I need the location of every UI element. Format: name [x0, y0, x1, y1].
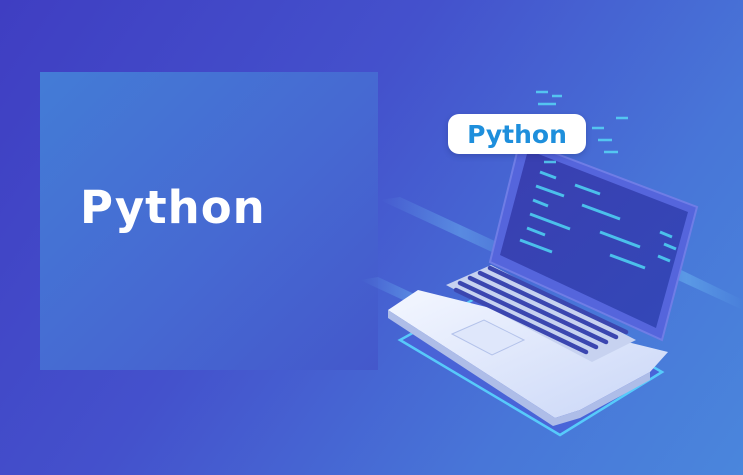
python-badge: Python: [448, 114, 586, 154]
page-title: Python: [80, 181, 266, 234]
